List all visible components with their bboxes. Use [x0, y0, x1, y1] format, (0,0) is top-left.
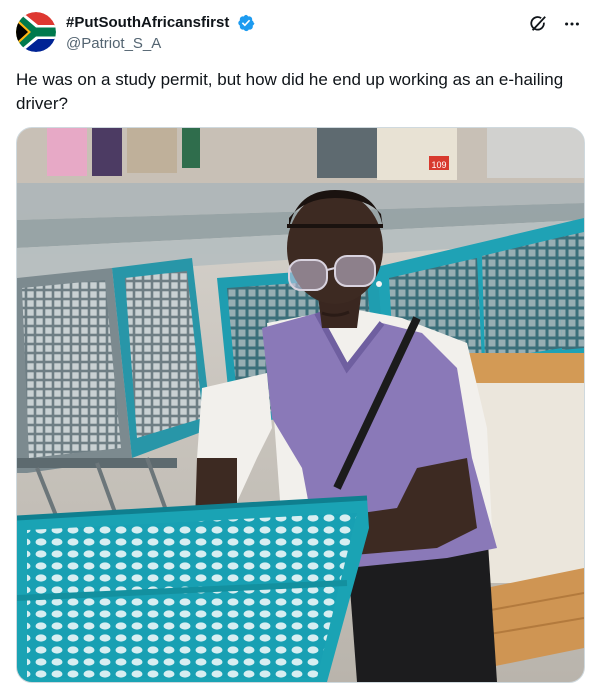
south-africa-flag-icon	[16, 12, 56, 52]
avatar[interactable]	[16, 12, 56, 52]
tweet-header: #PutSouthAfricansfirst @Patriot_S_A	[16, 12, 582, 60]
display-name[interactable]: #PutSouthAfricansfirst	[66, 14, 229, 32]
header-actions	[528, 14, 582, 34]
photo-scene: 109	[17, 128, 584, 682]
handle[interactable]: @Patriot_S_A	[66, 34, 255, 54]
sign-price: 109	[431, 160, 446, 170]
tweet-photo[interactable]: 109	[16, 127, 585, 683]
tweet-text: He was on a study permit, but how did he…	[16, 70, 564, 113]
author-info: #PutSouthAfricansfirst @Patriot_S_A	[66, 14, 255, 54]
verified-badge-icon	[238, 14, 255, 32]
more-options-icon[interactable]	[562, 14, 582, 34]
grok-icon[interactable]	[528, 14, 548, 34]
